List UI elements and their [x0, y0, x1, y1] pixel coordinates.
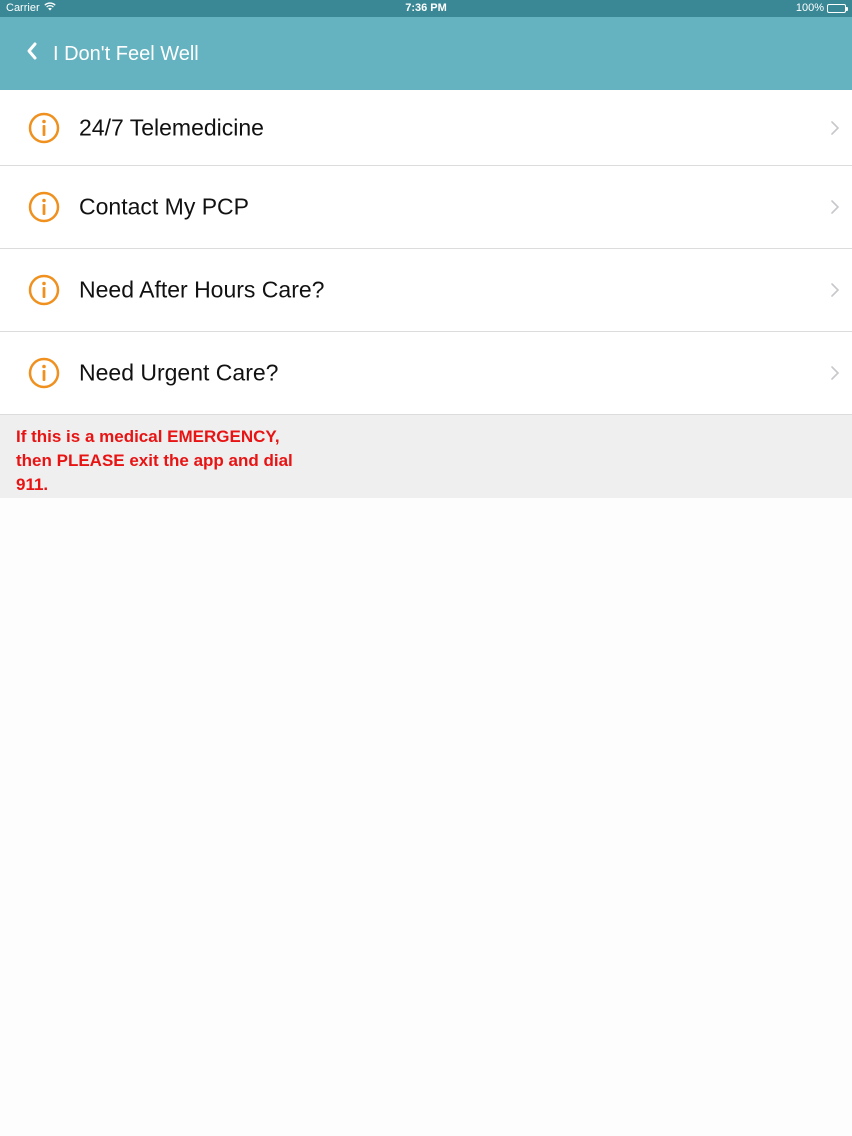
menu-item-contact-pcp[interactable]: Contact My PCP — [0, 166, 852, 249]
chevron-right-icon — [830, 282, 840, 298]
emergency-warning-text: If this is a medical EMERGENCY, then PLE… — [16, 427, 293, 494]
page-title: I Don't Feel Well — [53, 43, 199, 65]
status-time: 7:36 PM — [405, 2, 447, 14]
chevron-right-icon — [830, 199, 840, 215]
menu-item-urgent-care[interactable]: Need Urgent Care? — [0, 332, 852, 415]
info-icon — [28, 274, 60, 306]
menu-item-label: Contact My PCP — [79, 193, 249, 220]
menu-item-label: Need Urgent Care? — [79, 359, 279, 386]
chevron-right-icon — [830, 120, 840, 136]
battery-icon — [827, 3, 848, 13]
info-icon — [28, 191, 60, 223]
menu-item-label: Need After Hours Care? — [79, 276, 325, 303]
menu-item-label: 24/7 Telemedicine — [79, 114, 264, 140]
menu-list: 24/7 Telemedicine Contact My PCP Need Af… — [0, 90, 852, 415]
battery-indicator: 100% — [795, 2, 848, 14]
status-bar: Carrier 7:36 PM 100% — [0, 0, 852, 17]
emergency-warning: If this is a medical EMERGENCY, then PLE… — [0, 415, 852, 498]
chevron-left-icon — [25, 41, 39, 66]
chevron-right-icon — [830, 365, 840, 381]
info-icon — [28, 112, 60, 144]
info-icon — [28, 357, 60, 389]
menu-item-after-hours-care[interactable]: Need After Hours Care? — [0, 249, 852, 332]
back-button[interactable] — [18, 39, 46, 67]
menu-item-telemedicine[interactable]: 24/7 Telemedicine — [0, 90, 852, 166]
navigation-bar: I Don't Feel Well — [0, 17, 852, 90]
battery-percent: 100% — [795, 2, 824, 14]
